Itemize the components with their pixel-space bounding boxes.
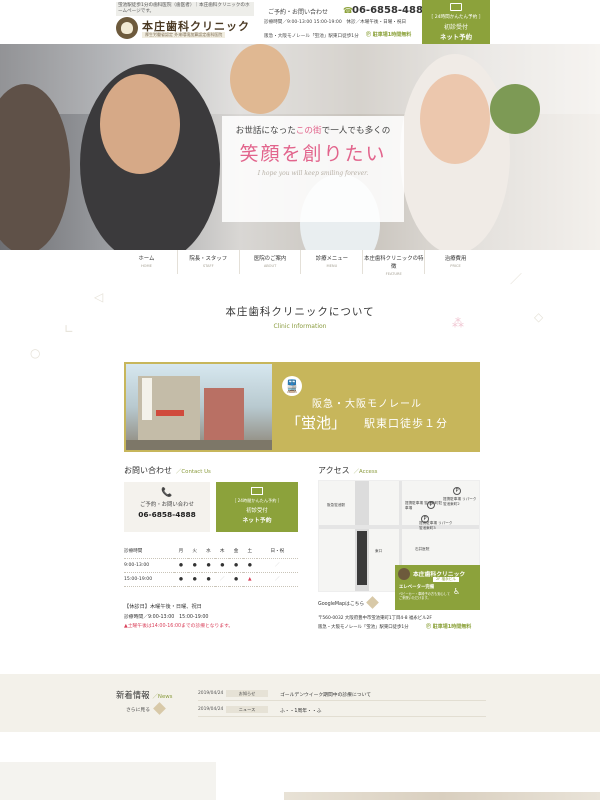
deco-triangle-icon: ◁: [94, 290, 104, 304]
clinic-logo-icon[interactable]: [116, 17, 138, 39]
news-item[interactable]: 2019/04/24 お知らせ ゴールデンウイーク期間中の診療について: [198, 689, 486, 701]
news-text: ふ・・1周年・・ふ: [280, 709, 322, 714]
map-clinic-floor: 2F 福永ビル: [433, 577, 459, 582]
news-item[interactable]: 2019/04/24 ニュース ふ・・1周年・・ふ: [198, 705, 486, 717]
hero-doctor-face: [100, 74, 180, 174]
schedule-row: 15:00-19:00 ● ● ● ／ ● ▲ ／: [124, 572, 298, 587]
access-heading: アクセス ／Access: [318, 466, 378, 475]
header-access: 阪急・大阪モノレール「蛍池」駅東口徒歩1分: [264, 34, 359, 39]
hero-caption: お世話になったこの街で一人でも多くの 笑顔を創りたい I hope you wi…: [222, 116, 404, 222]
nav-item-feature[interactable]: 本庄歯科クリニックの特徴 FEATURE: [362, 250, 424, 276]
news-section: [0, 674, 600, 732]
storefront-awning: [156, 410, 184, 416]
clinic-certification: 厚生労働省認定 外来環境加算認定歯科医院: [142, 32, 226, 38]
station-name: 「蛍池」: [286, 414, 347, 432]
station-walk-time: 駅東口徒歩１分: [364, 417, 448, 430]
contact-label: ご予約・お問い合わせ: [268, 9, 329, 16]
clinic-access-note: 阪急・大阪モノレール「蛍池」駅東口徒歩1分: [318, 625, 409, 630]
news-date: 2019/04/24: [198, 707, 224, 712]
site-header: 蛍池駅徒歩1分の歯科医院（歯医者）｜本庄歯科クリニックのホームページです。 本庄…: [0, 0, 600, 44]
map-label-station: 阪急蛍池駅: [327, 503, 345, 507]
nav-item-about[interactable]: 医院のご案内 ABOUT: [238, 250, 301, 274]
closed-hours: 診療時間／9:00-13:00 15:00-19:00: [124, 615, 209, 620]
clinic-logo-icon: [398, 568, 410, 580]
global-nav: ホーム HOME 院長・スタッフ STAFF 医院のご案内 ABOUT 診療メニュー M…: [116, 250, 486, 276]
clinic-address: 〒560-0032 大阪府豊中市蛍池東町1丁目4-8 福永ビル2F: [318, 616, 432, 621]
header-phone-number[interactable]: 06-6858-4888: [352, 5, 430, 16]
hero-line2: 笑顔を創りたい: [239, 143, 387, 165]
news-text: ゴールデンウイーク期間中の診療について: [280, 693, 371, 698]
tel-number: 06-6858-4888: [138, 510, 196, 519]
access-parking-badge: Ⓟ 駐車場1時間無料: [426, 624, 472, 630]
reserve-label: ネット予約: [440, 33, 472, 41]
header-parking-badge: Ⓟ 駐車場1時間無料: [366, 32, 412, 38]
deco-circle-icon: ○: [30, 346, 41, 360]
schedule-row: 9:00-13:00 ● ● ● ● ● ● ／: [124, 558, 298, 573]
map-clinic-card: 本庄歯科クリニック 2F 福永ビル エレベーター完備 ベビーカー・車椅子の方も安…: [395, 565, 480, 610]
hero-line1: お世話になったこの街で一人でも多くの: [235, 126, 391, 136]
google-map-link[interactable]: GoogleMapはこちら: [318, 600, 364, 607]
parking-icon: P: [453, 487, 461, 495]
reserve-note: ［ 24時間かんたん予約 ］: [428, 15, 484, 20]
train-icon: 🚆: [282, 376, 302, 396]
elevator-note: ベビーカー・車椅子の方も安心してご来院いただけます。: [399, 592, 450, 601]
monitor-icon: [450, 3, 462, 11]
news-more-link[interactable]: さらに見る: [126, 706, 150, 713]
parking-icon: P: [427, 501, 435, 509]
clinic-building-photo: [126, 364, 272, 450]
phone-icon: 📞: [161, 488, 173, 498]
web-reservation-button[interactable]: ［ 24時間かんたん予約 ］ 初診受付 ネット予約: [216, 482, 298, 532]
site-tagline: 蛍池駅徒歩1分の歯科医院（歯医者）｜本庄歯科クリニックのホームページです。: [116, 2, 254, 16]
contact-heading: お問い合わせ ／Contact Us: [124, 466, 211, 475]
map-label-exit: 東口: [375, 549, 383, 553]
deco-line-icon: ／: [510, 272, 523, 286]
accessibility-icon: ♿: [453, 587, 461, 596]
hero-image: お世話になったこの街で一人でも多くの 笑顔を創りたい I hope you wi…: [0, 44, 600, 250]
news-category: ニュース: [226, 706, 268, 713]
next-section-panel: [0, 762, 216, 800]
next-section-image: [284, 792, 600, 800]
map-label-hospital: 石井医院: [415, 547, 430, 551]
web-label: ネット予約: [242, 518, 272, 524]
about-title: 本庄歯科クリニックについて: [225, 306, 375, 318]
about-subtitle: Clinic Information: [273, 323, 327, 330]
news-heading: 新着情報 ／News: [116, 690, 173, 700]
tel-contact-box[interactable]: 📞 ご予約・お問い合わせ 06-6858-4888: [124, 482, 210, 532]
parking-icon: P: [421, 515, 429, 523]
street: [126, 440, 272, 450]
reserve-first-visit: 初診受付: [443, 24, 468, 31]
schedule-table: 診療時間月火水木金土日・祝 9:00-13:00 ● ● ● ● ● ● ／ 15:00-19…: [124, 544, 298, 587]
monitor-icon: [251, 487, 263, 495]
building-sign: [142, 378, 152, 420]
header-web-reservation-button[interactable]: ［ 24時間かんたん予約 ］ 初診受付 ネット予約: [422, 0, 490, 44]
station-line-name: 阪急・大阪モノレール: [312, 399, 422, 410]
news-category: お知らせ: [226, 690, 268, 697]
web-first-visit: 初診受付: [246, 508, 268, 514]
tel-label: ご予約・お問い合わせ: [140, 502, 194, 508]
elevator-label: エレベーター完備: [399, 585, 435, 590]
station-banner: 🚆 阪急・大阪モノレール 「蛍池」 駅東口徒歩１分: [124, 362, 480, 452]
nav-item-staff[interactable]: 院長・スタッフ STAFF: [176, 250, 239, 274]
map-station-platform: [357, 531, 367, 585]
map-label-parking2: 提携駐車場 リパーク蛍池東町2: [443, 497, 477, 506]
hero-plant: [490, 84, 540, 134]
arrow-icon[interactable]: [366, 596, 379, 609]
nav-item-menu[interactable]: 診療メニュー MENU: [300, 250, 362, 274]
hero-staff-right-face: [420, 74, 490, 164]
web-note: ［ 24時間かんたん予約 ］: [232, 498, 282, 503]
saturday-note: ▲土曜午後は14:00-16:00までの診療となります。: [124, 624, 234, 629]
nav-item-price[interactable]: 治療費用 PRICE: [424, 250, 486, 274]
header-hours: 診療時間／9:00-13:00 15:00-19:00 休診／木曜午後・日曜・祝…: [264, 20, 407, 25]
closed-days: 【休診日】木曜午後・日曜、祝日: [124, 604, 202, 610]
hero-line3: I hope you will keep smiling forever.: [257, 170, 369, 177]
nav-item-home[interactable]: ホーム HOME: [116, 250, 177, 274]
map-label-parking1: 提携駐車場 蛍池東町駐車場: [405, 501, 443, 510]
schedule-header-row: 診療時間月火水木金土日・祝: [124, 544, 298, 559]
news-date: 2019/04/24: [198, 691, 224, 696]
hero-child: [230, 44, 290, 114]
